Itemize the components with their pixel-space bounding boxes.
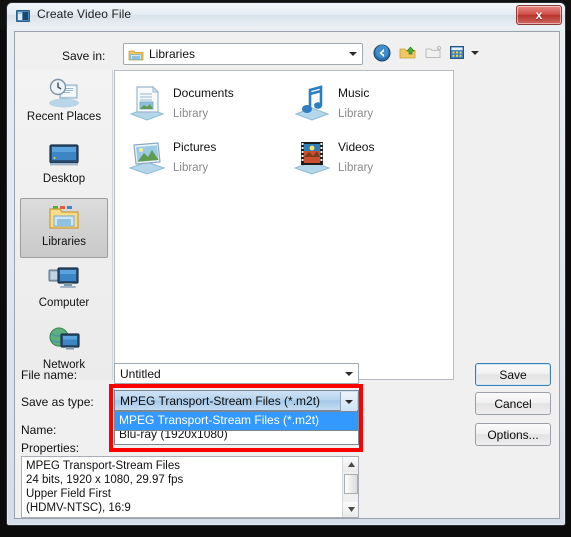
up-folder-icon [399, 46, 416, 59]
dropdown-option[interactable]: MPEG Transport-Stream Files (*.m2t) [115, 412, 358, 430]
name-label: Name: [21, 423, 57, 437]
dialog-window: Create Video File x Save in: Libraries R… [6, 2, 566, 526]
file-name-value: Untitled [120, 367, 161, 381]
file-name-input[interactable]: Untitled [114, 363, 359, 384]
save-as-type-combo[interactable]: MPEG Transport-Stream Files (*.m2t) [114, 390, 359, 411]
video-file-icon [15, 8, 31, 24]
new-folder-button [422, 42, 446, 64]
recent-places-icon [47, 77, 81, 109]
title-bar: Create Video File x [7, 3, 565, 29]
sidebar-item-label: Computer [38, 297, 90, 309]
list-item-name: Documents [173, 86, 234, 100]
list-item[interactable]: Documents Library [125, 77, 285, 129]
sidebar-item-label: Desktop [42, 173, 86, 185]
cancel-button-label: Cancel [494, 396, 532, 411]
list-item-subtitle: Library [338, 162, 374, 174]
save-as-type-dropdown[interactable]: MPEG Transport-Stream Files (*.m2t) [114, 411, 359, 431]
sidebar-item-label: Libraries [41, 236, 87, 248]
properties-scrollbar[interactable] [342, 457, 358, 517]
list-item-subtitle: Library [173, 162, 209, 174]
network-icon [47, 325, 81, 357]
list-item[interactable]: Videos Library [290, 131, 450, 183]
close-button[interactable]: x [516, 5, 562, 25]
music-library-icon [290, 81, 334, 125]
list-item[interactable]: Pictures Library [125, 131, 285, 183]
scroll-up-icon[interactable] [343, 457, 358, 472]
dropdown-obscured-option[interactable]: Blu-ray (1920x1080) [114, 429, 359, 445]
new-folder-icon [425, 45, 442, 58]
cancel-button[interactable]: Cancel [475, 392, 551, 415]
list-item[interactable]: Music Library [290, 77, 450, 129]
sidebar-item-recent-places[interactable]: Recent Places [20, 74, 108, 134]
chevron-down-icon[interactable] [340, 392, 357, 411]
up-one-level-button[interactable] [396, 42, 420, 64]
save-in-value: Libraries [149, 47, 196, 61]
documents-library-icon [125, 81, 169, 125]
save-as-type-value: MPEG Transport-Stream Files (*.m2t) [120, 394, 321, 408]
list-item-name: Videos [338, 140, 375, 154]
libraries-folder-icon [128, 47, 144, 63]
properties-text: MPEG Transport-Stream Files 24 bits, 192… [26, 460, 184, 514]
dialog-body: Save in: Libraries Recent Places Desktop… [14, 31, 560, 519]
sidebar-item-label: Recent Places [26, 111, 102, 123]
save-button-label: Save [499, 367, 527, 382]
videos-library-icon [290, 135, 334, 179]
desktop-icon [47, 139, 81, 171]
window-title: Create Video File [37, 7, 132, 21]
close-icon: x [535, 8, 543, 22]
computer-icon [47, 263, 81, 295]
list-item-name: Music [338, 86, 370, 100]
options-button[interactable]: Options... [475, 423, 551, 446]
back-arrow-icon [373, 44, 391, 62]
file-name-label: File name: [21, 368, 78, 382]
views-icon [449, 46, 464, 59]
save-in-label: Save in: [62, 49, 106, 63]
save-in-combo[interactable]: Libraries [123, 43, 363, 65]
options-button-label: Options... [487, 427, 539, 442]
scroll-down-icon[interactable] [343, 502, 358, 517]
properties-box: MPEG Transport-Stream Files 24 bits, 192… [21, 456, 359, 518]
libraries-icon [47, 202, 81, 234]
list-item-subtitle: Library [173, 108, 209, 120]
file-list[interactable]: Documents Library Music Library Pictures… [114, 70, 454, 380]
sidebar-item-desktop[interactable]: Desktop [20, 136, 108, 196]
chevron-down-icon[interactable] [340, 365, 357, 383]
list-item-subtitle: Library [338, 108, 374, 120]
properties-label: Properties: [21, 441, 80, 455]
sidebar-item-computer[interactable]: Computer [20, 260, 108, 320]
save-button[interactable]: Save [475, 363, 551, 386]
pictures-library-icon [125, 135, 169, 179]
list-item-name: Pictures [173, 140, 217, 154]
back-button[interactable] [370, 42, 394, 64]
screen: Create Video File x Save in: Libraries R… [0, 0, 571, 537]
scrollbar-thumb[interactable] [344, 474, 358, 494]
save-as-type-label: Save as type: [21, 395, 94, 409]
views-button[interactable] [448, 42, 480, 64]
chevron-down-icon[interactable] [344, 45, 361, 63]
places-bar: Recent Places Desktop Libraries Computer… [16, 70, 113, 380]
sidebar-item-libraries[interactable]: Libraries [20, 198, 108, 258]
